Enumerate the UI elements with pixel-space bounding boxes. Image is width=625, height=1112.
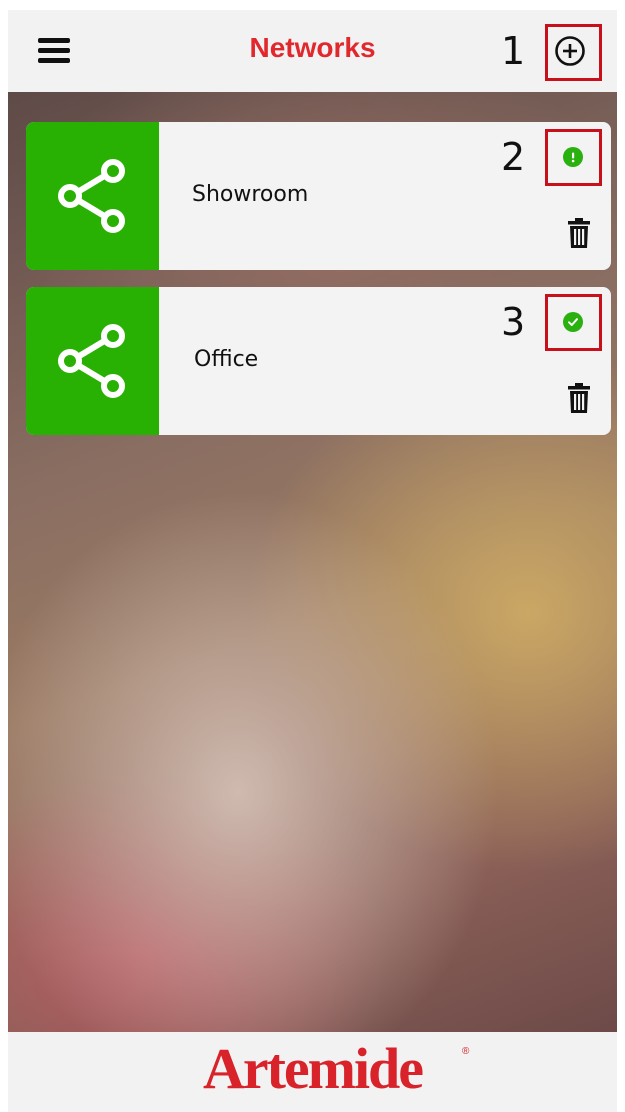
checkmark-icon (568, 318, 578, 326)
network-card-office[interactable]: Office 3 (26, 287, 611, 435)
status-warning-icon[interactable] (563, 147, 583, 167)
plus-circle-icon (555, 36, 585, 66)
annotation-number-3: 3 (501, 300, 526, 344)
annotation-number-2: 2 (501, 135, 526, 179)
footer: Artemide ® (8, 1032, 617, 1112)
page-title: Networks (249, 32, 376, 63)
share-network-icon (57, 324, 125, 398)
network-card-showroom[interactable]: Showroom 2 (26, 122, 611, 270)
app-screen: Networks 1 Showroom 2 Office 3 Artemide … (8, 10, 617, 1112)
share-network-icon (57, 159, 125, 233)
registered-mark: ® (462, 1046, 470, 1057)
annotation-number-1: 1 (501, 29, 526, 73)
trash-icon (568, 383, 590, 413)
add-network-button[interactable] (547, 28, 593, 74)
exclamation-icon (571, 152, 575, 163)
status-ok-icon[interactable] (563, 312, 583, 332)
network-name: Showroom (192, 182, 309, 207)
network-tile (26, 287, 159, 435)
top-bar: Networks 1 (8, 10, 617, 92)
trash-icon (568, 218, 590, 248)
delete-network-button[interactable] (567, 383, 591, 413)
artemide-logo: Artemide (202, 1036, 424, 1101)
delete-network-button[interactable] (567, 218, 591, 248)
network-list: Showroom 2 Office 3 (8, 92, 617, 1032)
network-name: Office (194, 347, 259, 372)
network-tile (26, 122, 159, 270)
